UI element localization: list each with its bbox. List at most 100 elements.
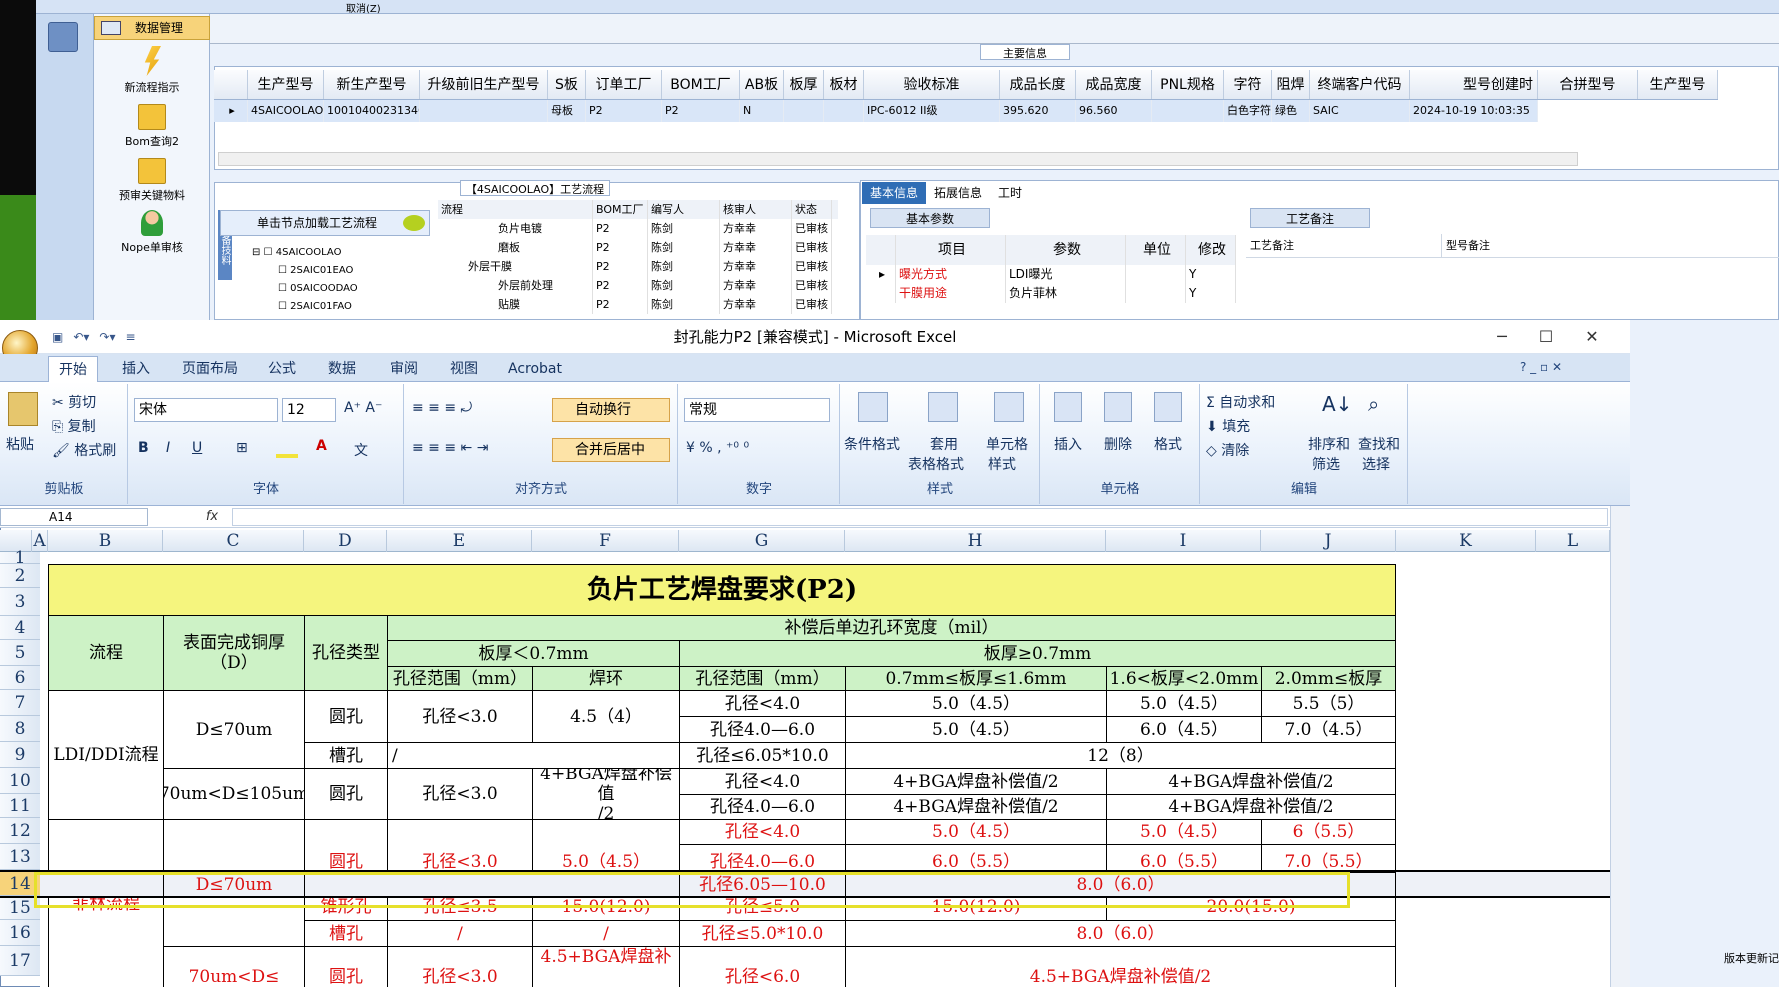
tab-extended-info[interactable]: 拓展信息 <box>926 182 990 204</box>
close-icon[interactable]: ✕ <box>1570 324 1614 350</box>
cell-r17-e[interactable]: 孔径<3.0 <box>387 946 533 987</box>
number-format-select[interactable]: 常规 <box>684 398 830 422</box>
cut-button[interactable]: ✂ 剪切 <box>52 392 96 412</box>
tab-basic-info[interactable]: 基本信息 <box>862 182 927 204</box>
cell-r8-i[interactable]: 6.0（4.5） <box>1106 716 1262 743</box>
font-size-select[interactable]: 12 <box>282 398 336 422</box>
grid-header-cell[interactable]: 核审人 <box>720 200 792 219</box>
tab-work-hours[interactable]: 工时 <box>990 182 1030 204</box>
row-header[interactable]: 2 <box>0 564 40 588</box>
grid-header-cell[interactable]: 板厚 <box>784 70 824 99</box>
cell-r7-g[interactable]: 孔径<4.0 <box>679 690 846 717</box>
fill-color-icon[interactable] <box>276 444 298 458</box>
cell-r15-i[interactable]: 20.0(15.0) <box>1106 896 1396 921</box>
cell-r7-i[interactable]: 5.0（4.5） <box>1106 690 1262 717</box>
cell-r15-g[interactable]: 孔径≤5.0 <box>679 896 846 921</box>
table-format-button-line1[interactable]: 套用 <box>930 434 958 454</box>
cell-r16-c[interactable] <box>163 896 305 947</box>
grid-header-cell[interactable]: 成品宽度 <box>1076 70 1152 99</box>
column-header-a[interactable]: A <box>32 530 48 552</box>
grid-header-cell[interactable]: 新生产型号 <box>324 70 420 99</box>
format-cells-button[interactable]: 格式 <box>1154 434 1182 454</box>
row-header-selected[interactable]: 14 <box>0 872 40 896</box>
grid-header-cell[interactable]: 订单工厂 <box>586 70 662 99</box>
cell-r10-g[interactable]: 孔径<4.0 <box>679 768 846 795</box>
cell-round[interactable]: 圆孔 <box>304 690 388 743</box>
cell-r15-f[interactable]: 15.0(12.0) <box>532 896 680 921</box>
header-hole-type[interactable]: 孔径类型 <box>304 615 388 691</box>
cell-r14-g[interactable]: 孔径6.05—10.0 <box>679 872 846 897</box>
grid-header-cell[interactable]: 板材 <box>824 70 864 99</box>
align-left-icon[interactable]: ≡ ≡ ≡ ⇤ ⇥ <box>412 440 488 456</box>
grid-cell[interactable] <box>1152 100 1224 122</box>
tab-formulas[interactable]: 公式 <box>258 356 306 382</box>
sort-filter-button-line1[interactable]: 排序和 <box>1308 434 1350 454</box>
italic-icon[interactable]: I <box>166 440 170 456</box>
table-row[interactable]: 贴膜 P2 陈剑 方幸幸 已审核 <box>438 295 838 314</box>
grid-cell[interactable]: 2024-10-19 10:03:35 <box>1410 100 1538 122</box>
insert-cells-button[interactable]: 插入 <box>1054 434 1082 454</box>
grid-cell[interactable] <box>784 100 824 122</box>
cell-r7-e[interactable]: 孔径<3.0 <box>387 690 533 743</box>
cell-r17-d[interactable]: 圆孔 <box>304 946 388 987</box>
table-row[interactable]: 干膜用途 负片菲林 Y <box>866 284 1236 303</box>
copy-button[interactable]: ⎘ 复制 <box>52 416 96 436</box>
grid-header-cell[interactable]: 单位 <box>1126 235 1186 265</box>
column-header-b[interactable]: B <box>48 530 163 552</box>
table-row[interactable]: 磨板 P2 陈剑 方幸幸 已审核 <box>438 238 838 257</box>
grid-header-cell[interactable]: BOM工厂 <box>593 200 648 219</box>
cell-r9-h[interactable]: 12（8） <box>845 742 1396 769</box>
header-t2[interactable]: 1.6<板厚<2.0mm <box>1106 666 1262 691</box>
grid-header-cell[interactable]: 阻焊 <box>1272 70 1310 99</box>
grid-header-cell[interactable]: 型号备注 <box>1442 234 1742 257</box>
cell-d70-105[interactable]: 70um<D≤105um <box>163 768 305 820</box>
format-painter-button[interactable]: 🖌 格式刷 <box>52 440 116 460</box>
cell-r10-h[interactable]: 4+BGA焊盘补偿值/2 <box>845 768 1107 795</box>
cell-r13-g[interactable]: 孔径4.0—6.0 <box>679 844 846 873</box>
grid-cell[interactable]: P2 <box>586 100 662 122</box>
grid-header-cell[interactable]: 成品长度 <box>1000 70 1076 99</box>
row-header[interactable]: 11 <box>0 794 40 818</box>
grid-header-cell[interactable]: 终端客户代码 <box>1310 70 1410 99</box>
cell-slot[interactable]: 槽孔 <box>304 742 388 769</box>
header-range-1[interactable]: 孔径范围（mm） <box>387 666 533 691</box>
grid-header-cell[interactable]: 验收标准 <box>864 70 1000 99</box>
cell-r17-c[interactable]: 70um<D≤ <box>163 946 305 987</box>
cell-r7-h[interactable]: 5.0（4.5） <box>845 690 1107 717</box>
cell-r12-g[interactable]: 孔径<4.0 <box>679 819 846 845</box>
minimize-icon[interactable]: ─ <box>1480 324 1524 350</box>
cell-r13-i[interactable]: 6.0（5.5） <box>1106 844 1262 873</box>
row-header[interactable]: 8 <box>0 716 40 742</box>
cell-r16-f[interactable]: / <box>532 920 680 947</box>
clear-button[interactable]: ◇ 清除 <box>1206 440 1249 460</box>
grow-font-icon[interactable]: A⁺ A⁻ <box>344 400 382 416</box>
grid-header-cell[interactable]: 参数 <box>1006 235 1126 265</box>
border-icon[interactable]: ⊞ <box>236 440 248 456</box>
tab-data[interactable]: 数据 <box>318 356 366 382</box>
redo-icon[interactable]: ↷▾ <box>99 330 115 348</box>
maximize-icon[interactable]: ☐ <box>1524 324 1568 350</box>
table-row[interactable]: 外层干膜 P2 陈剑 方幸幸 已审核 <box>438 257 838 276</box>
header-flow[interactable]: 流程 <box>48 615 164 691</box>
cell-r9-e[interactable]: / <box>387 742 680 769</box>
cell-r12-c[interactable] <box>163 819 305 873</box>
grid-cell[interactable]: 母板 <box>548 100 586 122</box>
grid-header-cell[interactable]: AB板 <box>740 70 784 99</box>
tab-home[interactable]: 开始 <box>48 356 98 382</box>
cell-r13-f[interactable]: 5.0（4.5） <box>532 819 680 873</box>
cell-r11-i[interactable]: 4+BGA焊盘补偿值/2 <box>1106 794 1396 820</box>
row-header[interactable]: 1 <box>0 550 40 567</box>
fill-button[interactable]: ⬇ 填充 <box>1206 416 1250 436</box>
find-select-button-line1[interactable]: 查找和 <box>1358 434 1400 454</box>
table-row[interactable]: 外层前处理 P2 陈剑 方幸幸 已审核 <box>438 276 838 295</box>
cell-style-button-line1[interactable]: 单元格 <box>986 434 1028 454</box>
calculator-icon[interactable] <box>48 22 78 52</box>
grid-cell[interactable] <box>824 100 864 122</box>
column-header-i[interactable]: I <box>1106 530 1261 552</box>
row-header[interactable]: 3 <box>0 588 40 616</box>
undo-icon[interactable]: ↶▾ <box>73 330 89 348</box>
grid-cell[interactable]: 4SAICOOLAO <box>248 100 324 122</box>
vertical-scrollbar[interactable] <box>1610 506 1630 987</box>
row-header[interactable]: 5 <box>0 640 40 666</box>
row-header[interactable]: 16 <box>0 920 40 946</box>
